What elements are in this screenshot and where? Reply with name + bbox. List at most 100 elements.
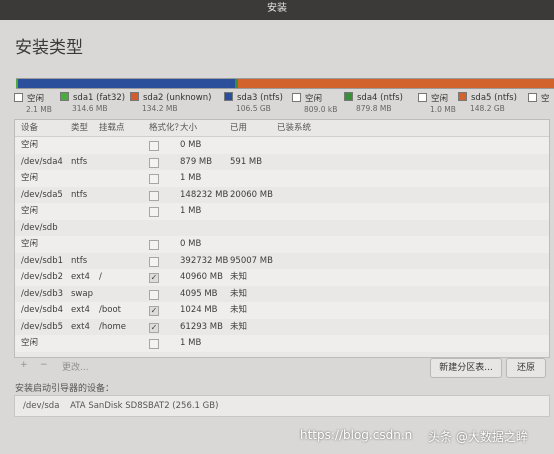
header-system: 已装系统 — [277, 123, 312, 133]
bootloader-device: /dev/sda — [23, 401, 60, 411]
change-partition-button[interactable]: 更改... — [62, 360, 89, 373]
revert-button[interactable]: 还原 — [506, 358, 546, 378]
table-row[interactable]: 空闲 1 MB — [15, 170, 549, 187]
table-row[interactable]: /dev/sdb — [15, 220, 549, 237]
format-checkbox[interactable] — [149, 157, 159, 168]
table-row[interactable]: /dev/sda5 ntfs 148232 MB 20060 MB — [15, 187, 549, 204]
format-checkbox[interactable]: ✓ — [149, 322, 159, 333]
row-type: swap — [71, 288, 93, 299]
header-type: 类型 — [71, 123, 89, 133]
format-checkbox[interactable] — [149, 240, 159, 250]
row-format: ✓ — [149, 302, 159, 319]
format-checkbox[interactable]: ✓ — [149, 306, 159, 316]
legend-swatch — [130, 92, 139, 101]
add-partition-button[interactable]: + — [20, 360, 28, 370]
row-device: 空闲 — [21, 206, 39, 216]
row-device: /dev/sdb5 — [21, 321, 64, 332]
legend-swatch — [14, 93, 23, 102]
legend-swatch — [344, 92, 353, 101]
legend-size: 314.6 MB — [72, 104, 108, 113]
format-checkbox[interactable] — [149, 141, 159, 151]
legend-swatch — [528, 93, 537, 102]
row-size: 1 MB — [180, 338, 202, 348]
legend-size: 809.0 kB — [304, 105, 338, 114]
row-size: 1 MB — [180, 173, 202, 183]
table-row[interactable]: /dev/sdb1 ntfs 392732 MB 95007 MB — [15, 253, 549, 270]
row-type: ntfs — [71, 255, 88, 266]
new-partition-table-button[interactable]: 新建分区表... — [430, 358, 502, 378]
legend-swatch — [292, 93, 301, 102]
table-row[interactable]: 空闲 0 MB — [15, 236, 549, 253]
partition-bar — [16, 78, 554, 89]
bar-segment-sda5 — [237, 79, 554, 88]
legend-swatch — [224, 92, 233, 101]
page-title: 安装类型 — [15, 38, 83, 58]
legend-swatch — [60, 92, 69, 101]
row-size: 392732 MB — [180, 255, 229, 266]
row-device: /dev/sdb4 — [21, 305, 64, 315]
legend-size: 1.0 MB — [430, 105, 456, 114]
format-checkbox[interactable] — [149, 256, 159, 267]
row-size: 879 MB — [180, 156, 213, 167]
partition-legend: 空闲 2.1 MB sda1 (fat32) 314.6 MB sda2 (unknow… — [14, 92, 554, 118]
row-mount: /home — [99, 321, 126, 332]
remove-partition-button[interactable]: − — [40, 360, 48, 370]
header-mount: 挂载点 — [99, 123, 125, 133]
legend-item: sda4 (ntfs) 879.8 MB — [344, 92, 403, 113]
row-size: 1024 MB — [180, 305, 218, 315]
header-format: 格式化？ — [149, 123, 184, 133]
row-device: 空闲 — [21, 140, 39, 150]
legend-size: 148.2 GB — [470, 104, 505, 113]
legend-label: sda1 (fat32) — [73, 93, 126, 103]
format-checkbox[interactable] — [149, 207, 159, 217]
table-row[interactable]: 空闲 1 MB — [15, 335, 549, 352]
row-type: ext4 — [71, 272, 90, 282]
table-header: 设备 类型 挂载点 格式化？ 大小 已用 已装系统 — [15, 120, 549, 137]
bootloader-label: 安装启动引导器的设备： — [15, 384, 115, 394]
row-device: 空闲 — [21, 338, 39, 348]
legend-size: 2.1 MB — [26, 105, 52, 114]
row-device: /dev/sda5 — [21, 189, 63, 200]
partition-toolbar: + − 更改... 新建分区表... 还原 — [14, 357, 548, 378]
row-type: ext4 — [71, 305, 90, 315]
table-row[interactable]: /dev/sdb2 ext4 / 40960 MB 未知 ✓ — [15, 269, 549, 286]
row-used: 95007 MB — [230, 255, 273, 266]
header-device: 设备 — [21, 123, 39, 133]
partition-table[interactable]: 设备 类型 挂载点 格式化？ 大小 已用 已装系统 空闲 0 MB/dev/sda… — [14, 119, 550, 358]
row-format: ✓ — [149, 319, 159, 336]
watermark-author: 头条 @大数据之眸 — [428, 430, 528, 444]
row-size: 1 MB — [180, 206, 202, 216]
legend-label: sda2 (unknown) — [143, 93, 212, 103]
table-row[interactable]: /dev/sda4 ntfs 879 MB 591 MB — [15, 154, 549, 171]
table-row[interactable]: 空闲 1 MB — [15, 203, 549, 220]
row-format: ✓ — [149, 269, 159, 286]
row-used: 未知 — [230, 288, 248, 299]
format-checkbox[interactable] — [149, 289, 159, 300]
row-used: 591 MB — [230, 156, 263, 167]
legend-label: sda4 (ntfs) — [357, 93, 403, 103]
legend-item: 空闲 2.1 MB — [14, 92, 52, 114]
legend-item: 空 — [528, 92, 550, 105]
row-mount: /boot — [99, 305, 121, 315]
table-row[interactable]: /dev/sdb5 ext4/home 61293 MB 未知 ✓ — [15, 319, 549, 336]
header-size: 大小 — [180, 123, 198, 133]
row-used: 未知 — [230, 305, 248, 315]
legend-label: 空闲 — [27, 94, 45, 104]
format-checkbox[interactable] — [149, 339, 159, 349]
legend-item: sda1 (fat32) 314.6 MB — [60, 92, 125, 113]
legend-label: 空 — [541, 94, 550, 104]
table-row[interactable]: /dev/sdb4 ext4/boot 1024 MB 未知 ✓ — [15, 302, 549, 319]
table-row[interactable]: /dev/sdb3 swap 4095 MB 未知 — [15, 286, 549, 303]
row-type: ntfs — [71, 156, 88, 167]
table-row[interactable]: 空闲 0 MB — [15, 137, 549, 154]
window-titlebar: 安装 — [0, 0, 554, 20]
format-checkbox[interactable]: ✓ — [149, 273, 159, 283]
row-device: /dev/sdb2 — [21, 272, 64, 282]
format-checkbox[interactable] — [149, 174, 159, 184]
legend-item: sda2 (unknown) 134.2 MB — [130, 92, 211, 113]
row-type: ext4 — [71, 321, 90, 332]
row-size: 0 MB — [180, 140, 202, 150]
bootloader-device-select[interactable]: /dev/sda ATA SanDisk SD8SBAT2 (256.1 GB) — [14, 395, 550, 417]
format-checkbox[interactable] — [149, 190, 159, 201]
row-device: /dev/sdb — [21, 222, 58, 233]
